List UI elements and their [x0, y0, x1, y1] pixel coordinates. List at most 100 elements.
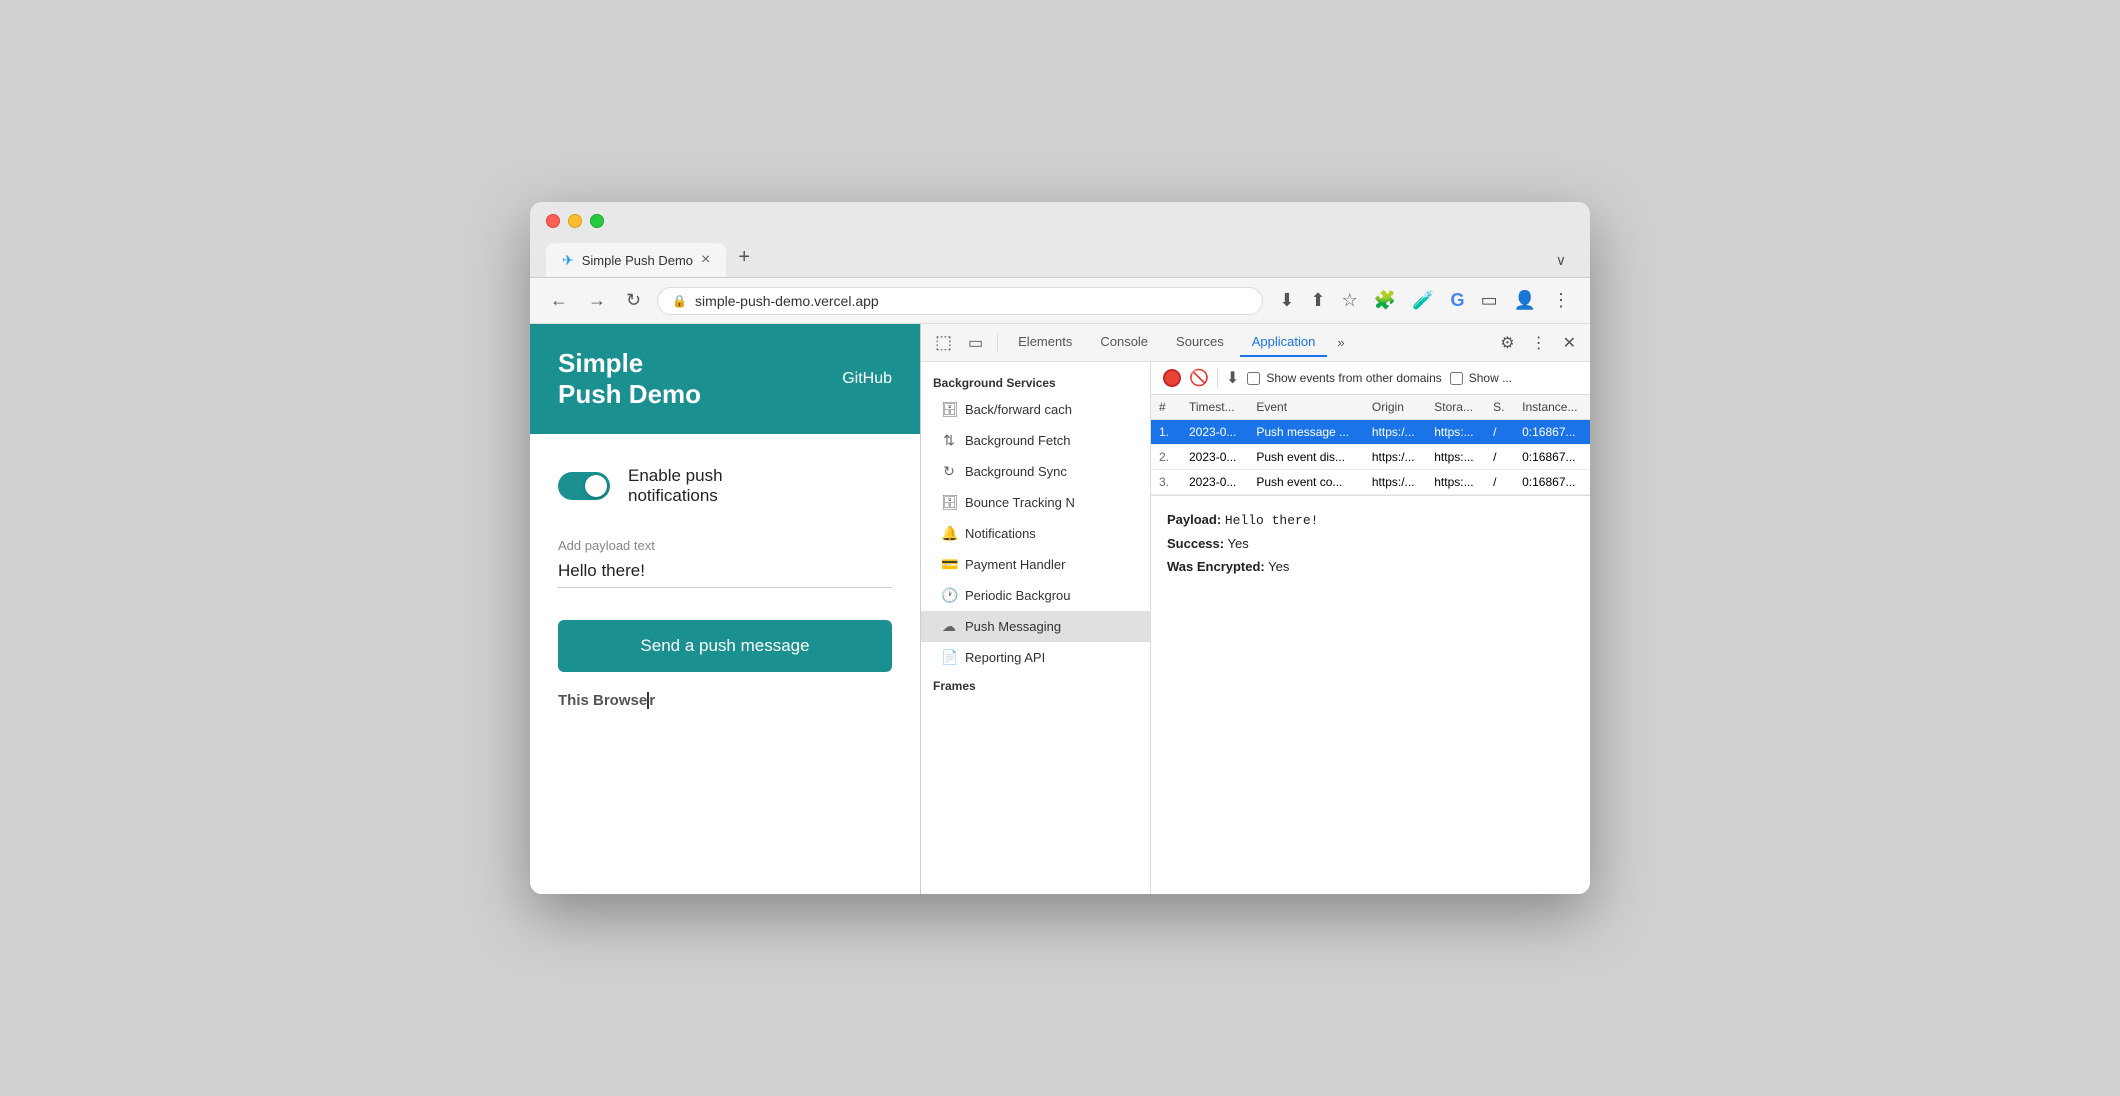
splitscreen-icon[interactable]: ▭ [1477, 286, 1502, 315]
share-icon[interactable]: ⬆ [1306, 286, 1329, 315]
toggle-row: Enable pushnotifications [558, 466, 892, 506]
table-row[interactable]: 2. 2023-0... Push event dis... https:/..… [1151, 445, 1590, 470]
send-push-button[interactable]: Send a push message [558, 620, 892, 672]
address-bar[interactable]: 🔒 simple-push-demo.vercel.app [657, 287, 1263, 315]
cell-timestamp: 2023-0... [1181, 420, 1248, 445]
background-fetch-icon: ⇅ [941, 432, 957, 449]
sidebar-item-back-forward[interactable]: 🗄 Back/forward cach [921, 394, 1150, 425]
sidebar-item-payment-handler[interactable]: 💳 Payment Handler [921, 549, 1150, 580]
detail-panel: Payload: Hello there! Success: Yes Was E… [1151, 495, 1590, 894]
devtools-close-button[interactable]: ✕ [1557, 329, 1582, 357]
col-event: Event [1248, 395, 1364, 420]
back-button[interactable]: ← [546, 286, 572, 315]
cell-storage: https:... [1426, 445, 1485, 470]
download-icon[interactable]: ⬇ [1275, 286, 1298, 315]
cell-s: / [1485, 420, 1514, 445]
site-body: Enable pushnotifications Add payload tex… [530, 434, 920, 894]
browser-window: ✈ Simple Push Demo × + ∨ ← → ↻ 🔒 simple-… [530, 202, 1590, 894]
sidebar-item-bounce-tracking[interactable]: 🗄 Bounce Tracking N [921, 487, 1150, 518]
active-tab[interactable]: ✈ Simple Push Demo × [546, 243, 726, 277]
devtools-inspect-icon[interactable]: ⬚ [929, 328, 958, 357]
tab-expand-button[interactable]: ∨ [1548, 244, 1574, 277]
show-more-checkbox-label[interactable]: Show ... [1450, 371, 1512, 385]
extensions-icon[interactable]: 🧩 [1370, 286, 1400, 315]
sidebar-item-periodic-background[interactable]: 🕐 Periodic Backgrou [921, 580, 1150, 611]
cell-storage: https:... [1426, 470, 1485, 495]
cell-s: / [1485, 470, 1514, 495]
tab-sources[interactable]: Sources [1164, 328, 1236, 357]
table-row[interactable]: 3. 2023-0... Push event co... https:/...… [1151, 470, 1590, 495]
show-more-label: Show ... [1469, 371, 1512, 385]
sidebar-item-label: Background Sync [965, 464, 1067, 479]
cell-event: Push event dis... [1248, 445, 1364, 470]
tab-console[interactable]: Console [1088, 328, 1160, 357]
show-other-domains-checkbox[interactable] [1247, 372, 1260, 385]
devtools-main-panel: 🚫 ⬇ Show events from other domains Show … [1151, 362, 1590, 894]
cell-event: Push message ... [1248, 420, 1364, 445]
more-tabs-button[interactable]: » [1331, 331, 1350, 354]
payload-detail-value: Hello there! [1225, 513, 1319, 528]
devtools-actions: ⚙ ⋮ ✕ [1494, 329, 1582, 357]
tab-application[interactable]: Application [1240, 328, 1328, 357]
devtools-main-toolbar: 🚫 ⬇ Show events from other domains Show … [1151, 362, 1590, 395]
tab-close-button[interactable]: × [701, 251, 710, 269]
close-button[interactable] [546, 214, 560, 228]
clear-button[interactable]: 🚫 [1189, 368, 1209, 388]
devtools-device-icon[interactable]: ▭ [962, 329, 989, 357]
browser-menu-button[interactable]: ⋮ [1548, 286, 1574, 315]
profile-icon[interactable]: 👤 [1510, 286, 1540, 315]
maximize-button[interactable] [590, 214, 604, 228]
devtools-more-button[interactable]: ⋮ [1525, 329, 1553, 357]
col-num: # [1151, 395, 1181, 420]
push-notifications-toggle[interactable] [558, 472, 610, 500]
table-row[interactable]: 1. 2023-0... Push message ... https:/...… [1151, 420, 1590, 445]
sidebar-item-background-sync[interactable]: ↻ Background Sync [921, 456, 1150, 487]
col-storage: Stora... [1426, 395, 1485, 420]
reload-button[interactable]: ↻ [622, 286, 645, 315]
sidebar-item-label: Payment Handler [965, 557, 1065, 572]
sidebar-item-push-messaging[interactable]: ☁ Push Messaging [921, 611, 1150, 642]
github-link[interactable]: GitHub [842, 370, 892, 388]
cell-s: / [1485, 445, 1514, 470]
new-tab-button[interactable]: + [730, 238, 758, 277]
toggle-knob [585, 475, 607, 497]
toolbar-divider [997, 333, 998, 353]
sidebar-item-background-fetch[interactable]: ⇅ Background Fetch [921, 425, 1150, 456]
events-table-container: # Timest... Event Origin Stora... S. Ins… [1151, 395, 1590, 495]
payment-handler-icon: 💳 [941, 556, 957, 573]
success-detail-key: Success: [1167, 536, 1224, 551]
lab-icon[interactable]: 🧪 [1408, 286, 1438, 315]
minimize-button[interactable] [568, 214, 582, 228]
devtools-settings-button[interactable]: ⚙ [1494, 329, 1520, 357]
forward-button[interactable]: → [584, 286, 610, 315]
devtools-panel: ⬚ ▭ Elements Console Sources Application… [920, 324, 1590, 894]
show-more-checkbox[interactable] [1450, 372, 1463, 385]
bookmark-icon[interactable]: ☆ [1338, 286, 1362, 315]
record-button[interactable] [1163, 369, 1181, 387]
tabs-row: ✈ Simple Push Demo × + ∨ [546, 238, 1574, 277]
url-text: simple-push-demo.vercel.app [695, 293, 1248, 309]
cell-origin: https:/... [1364, 445, 1426, 470]
push-messaging-icon: ☁ [941, 618, 957, 635]
tab-elements[interactable]: Elements [1006, 328, 1084, 357]
sidebar-item-label: Background Fetch [965, 433, 1071, 448]
background-sync-icon: ↻ [941, 463, 957, 480]
reporting-api-icon: 📄 [941, 649, 957, 666]
google-icon[interactable]: G [1447, 286, 1469, 315]
payload-section: Add payload text [558, 538, 892, 588]
cell-num: 3. [1151, 470, 1181, 495]
toggle-label: Enable pushnotifications [628, 466, 723, 506]
payload-input[interactable] [558, 561, 892, 588]
cell-instance: 0:16867... [1514, 445, 1590, 470]
table-header-row: # Timest... Event Origin Stora... S. Ins… [1151, 395, 1590, 420]
show-other-domains-checkbox-label[interactable]: Show events from other domains [1247, 371, 1441, 385]
col-timestamp: Timest... [1181, 395, 1248, 420]
export-button[interactable]: ⬇ [1226, 368, 1239, 388]
sidebar-item-reporting-api[interactable]: 📄 Reporting API [921, 642, 1150, 673]
sidebar-item-label: Back/forward cach [965, 402, 1072, 417]
cell-event: Push event co... [1248, 470, 1364, 495]
cell-origin: https:/... [1364, 470, 1426, 495]
sidebar-item-notifications[interactable]: 🔔 Notifications [921, 518, 1150, 549]
payload-detail-row: Payload: Hello there! [1167, 512, 1574, 528]
background-services-header: Background Services [921, 370, 1150, 394]
